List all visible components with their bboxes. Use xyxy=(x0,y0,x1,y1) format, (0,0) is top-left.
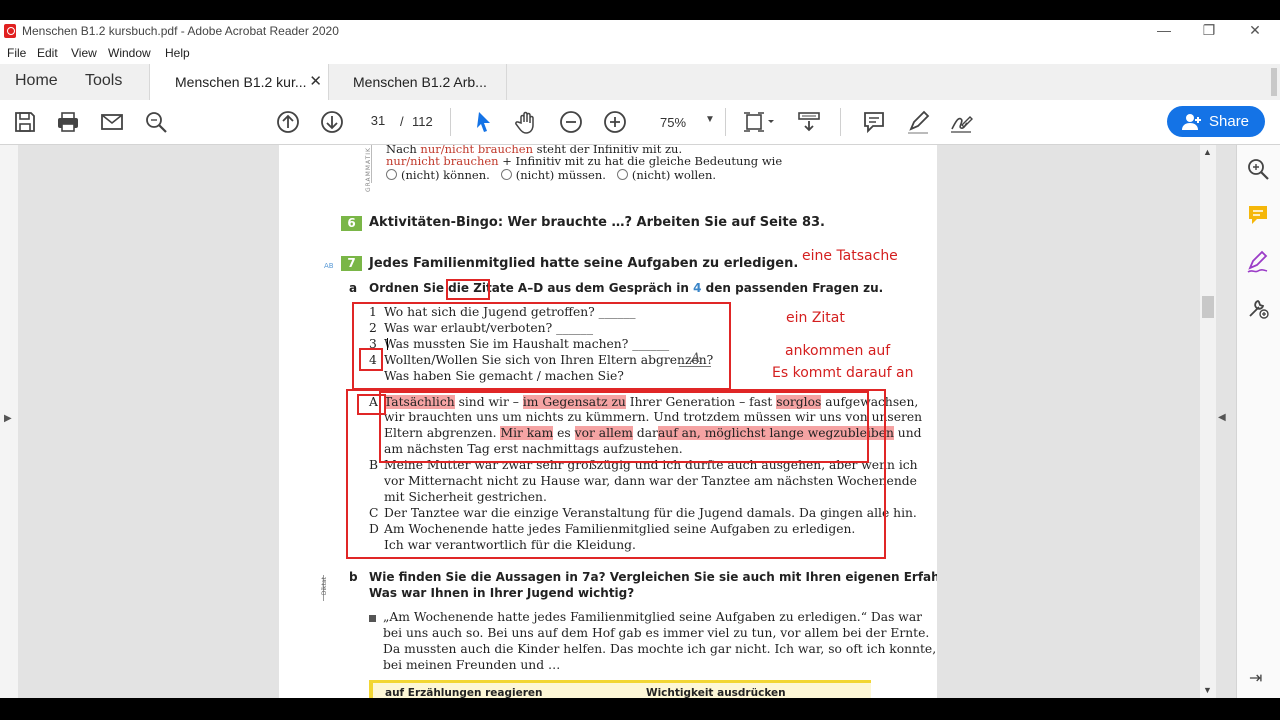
comment-icon[interactable] xyxy=(861,109,887,135)
bottom-letterbox xyxy=(0,698,1280,720)
fill-sign-icon[interactable] xyxy=(1245,249,1271,275)
page-total: 112 xyxy=(412,114,433,129)
previous-page-icon[interactable] xyxy=(275,109,301,135)
menu-help[interactable]: Help xyxy=(165,46,190,60)
task-7b-line-1: Wie finden Sie die Aussagen in 7a? Vergl… xyxy=(369,570,937,584)
task-6-title: Aktivitäten-Bingo: Wer brauchte …? Arbei… xyxy=(369,215,825,230)
tab-tools[interactable]: Tools xyxy=(85,72,122,90)
task-7-number: 7 xyxy=(341,256,362,271)
zoom-select[interactable]: 75% ▼ xyxy=(648,112,718,132)
chevron-down-icon: ▼ xyxy=(705,114,715,125)
task-7b-line-2: Was war Ihnen in Ihrer Jugend wichtig? xyxy=(369,586,635,600)
tab-scroll-handle[interactable] xyxy=(1271,68,1277,96)
print-icon[interactable] xyxy=(55,109,81,135)
share-button[interactable]: Share xyxy=(1167,106,1265,137)
bullet-square xyxy=(369,615,376,622)
scroll-mode-icon[interactable] xyxy=(796,109,822,135)
vertical-scrollbar[interactable]: ▲ ▼ xyxy=(1200,145,1216,698)
phrases-right-heading: Wichtigkeit ausdrücken xyxy=(646,687,786,698)
diktat-label: Diktat xyxy=(321,577,328,596)
menu-file[interactable]: File xyxy=(7,46,26,60)
radio-option-3[interactable] xyxy=(616,169,628,180)
annotation-ein-zitat[interactable]: ein Zitat xyxy=(786,310,845,326)
main-toolbar xyxy=(0,100,1280,145)
select-cursor-icon[interactable] xyxy=(471,109,497,135)
tab-bar: Home Tools Menschen B1.2 kur... ✕ Mensch… xyxy=(0,64,1280,101)
more-tools-icon[interactable] xyxy=(1245,295,1271,321)
email-icon[interactable] xyxy=(99,109,125,135)
tab-document-arbeitsbuch[interactable]: Menschen B1.2 Arb... xyxy=(328,64,507,100)
task-7b-para-2: bei uns auch so. Bei uns auf dem Hof gab… xyxy=(383,626,930,640)
scroll-down-icon[interactable]: ▼ xyxy=(1203,685,1212,695)
annotation-box-questions[interactable] xyxy=(352,302,731,390)
add-user-icon xyxy=(1182,114,1201,130)
hand-tool-icon[interactable] xyxy=(514,109,540,135)
radio-option-1[interactable] xyxy=(386,169,397,180)
sign-icon[interactable] xyxy=(948,109,974,135)
page-separator: / xyxy=(400,114,404,129)
annotation-box-quotes[interactable] xyxy=(346,389,886,559)
left-panel-toggle[interactable]: ▶ xyxy=(0,145,18,698)
annotation-ankommen-auf[interactable]: ankommen auf xyxy=(785,343,890,359)
acrobat-logo-icon xyxy=(4,24,16,38)
task-6-number: 6 xyxy=(341,216,362,231)
zoom-value: 75% xyxy=(660,115,687,130)
save-icon[interactable] xyxy=(12,109,38,135)
task-7b-para-3: Da mussten auch die Kinder helfen. Das m… xyxy=(383,642,937,656)
menu-bar: File Edit View Window Help xyxy=(0,42,1280,64)
toolbar-divider xyxy=(725,108,726,136)
tab-document-arbeitsbuch-label: Menschen B1.2 Arb... xyxy=(353,74,487,90)
annotation-box-number-4[interactable] xyxy=(359,348,383,371)
annotation-box-zitate[interactable] xyxy=(446,279,490,300)
search-icon[interactable] xyxy=(143,109,169,135)
scrollbar-thumb[interactable] xyxy=(1202,296,1214,318)
grammar-options: (nicht) können. (nicht) müssen. (nicht) … xyxy=(386,168,716,182)
phrases-left-heading: auf Erzählungen reagieren xyxy=(385,687,543,698)
tab-home[interactable]: Home xyxy=(15,72,58,90)
window-title: Menschen B1.2 kursbuch.pdf - Adobe Acrob… xyxy=(22,24,339,38)
minimize-icon[interactable]: — xyxy=(1152,22,1176,40)
comment-tool-icon[interactable] xyxy=(1245,202,1271,228)
task-7a-label: a xyxy=(349,281,358,295)
annotation-es-kommt-darauf-an[interactable]: Es kommt darauf an xyxy=(772,365,913,381)
page-number-input[interactable]: 31 xyxy=(363,110,393,132)
tab-document-kursbuch[interactable]: Menschen B1.2 kur... ✕ xyxy=(149,64,329,101)
highlight-pen-icon[interactable] xyxy=(905,109,931,135)
task-7b-para-1: „Am Wochenende hatte jedes Familienmitgl… xyxy=(383,610,923,624)
grammar-line-2: nur/nicht brauchen + Infinitiv mit zu ha… xyxy=(386,154,783,168)
zoom-in-icon[interactable] xyxy=(602,109,628,135)
task-7b-label: b xyxy=(349,570,358,584)
close-tab-icon[interactable]: ✕ xyxy=(309,72,322,90)
task-7-title: Jedes Familienmitglied hatte seine Aufga… xyxy=(369,256,799,271)
title-bar: Menschen B1.2 kursbuch.pdf - Adobe Acrob… xyxy=(0,20,1280,42)
task-7b-para-4: bei meinen Freunden und … xyxy=(383,658,561,672)
toolbar-divider xyxy=(450,108,451,136)
menu-view[interactable]: View xyxy=(71,46,97,60)
ab-label: AB xyxy=(324,262,334,270)
menu-window[interactable]: Window xyxy=(108,46,151,60)
next-page-icon[interactable] xyxy=(319,109,345,135)
pdf-page: GRAMMATIK Nach nur/nicht brauchen steht … xyxy=(279,145,937,698)
scroll-up-icon[interactable]: ▲ xyxy=(1203,147,1212,157)
page-fit-icon[interactable] xyxy=(741,109,777,135)
annotation-eine-tatsache[interactable]: eine Tatsache xyxy=(802,248,898,264)
phrases-box-edge xyxy=(369,680,373,698)
zoom-out-icon[interactable] xyxy=(558,109,584,135)
chevron-left-icon[interactable]: ◀ xyxy=(1218,412,1226,423)
zoom-tool-icon[interactable] xyxy=(1245,156,1271,182)
restore-icon[interactable]: ❐ xyxy=(1197,22,1221,40)
close-window-icon[interactable]: ✕ xyxy=(1243,22,1267,40)
share-label: Share xyxy=(1209,113,1250,130)
tab-document-kursbuch-label: Menschen B1.2 kur... xyxy=(175,74,307,90)
menu-edit[interactable]: Edit xyxy=(37,46,58,60)
collapse-panel-icon[interactable]: ⇥ xyxy=(1249,668,1262,688)
radio-option-2[interactable] xyxy=(500,169,512,180)
toolbar-divider xyxy=(840,108,841,136)
chevron-right-icon: ▶ xyxy=(4,413,12,424)
grammar-side-label: GRAMMATIK xyxy=(365,147,372,193)
